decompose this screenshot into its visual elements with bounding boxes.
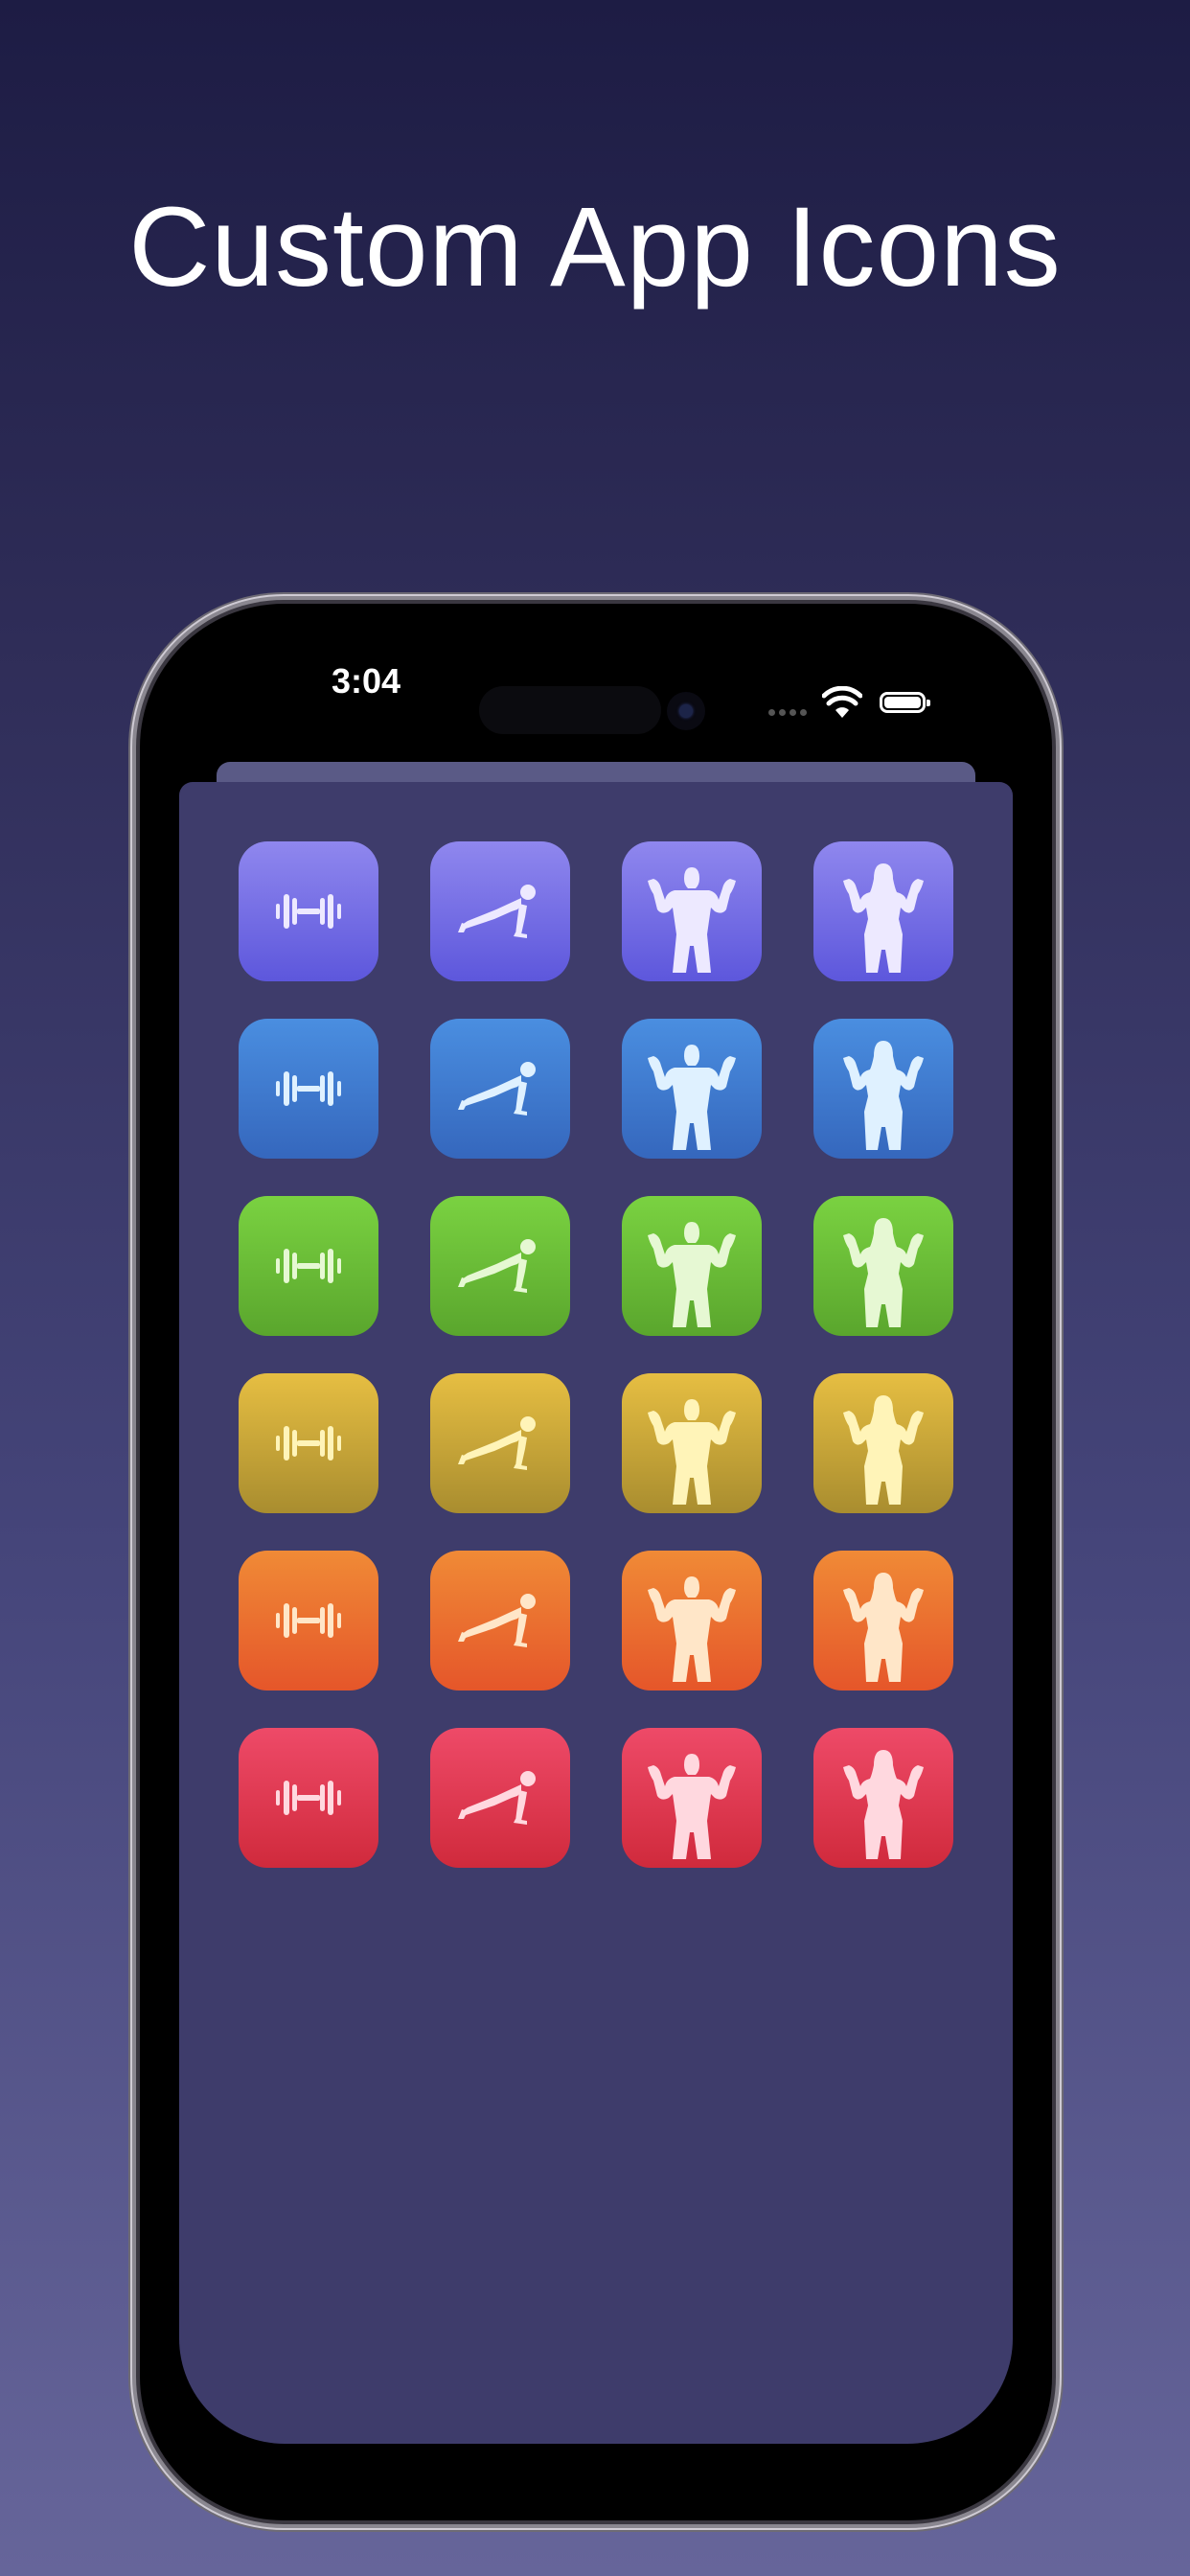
app-icon-purple-female-bodybuilder[interactable] xyxy=(813,841,953,981)
app-icon-green-dumbbell[interactable] xyxy=(239,1196,378,1336)
app-icon-red-dumbbell[interactable] xyxy=(239,1728,378,1868)
app-icon-purple-dumbbell[interactable] xyxy=(239,841,378,981)
app-icon-orange-dumbbell[interactable] xyxy=(239,1551,378,1690)
volume-down-button xyxy=(132,1284,140,1426)
app-icon-green-female-bodybuilder[interactable] xyxy=(813,1196,953,1336)
volume-up-button xyxy=(132,1102,140,1244)
female-bodybuilder-icon xyxy=(843,863,924,973)
app-icon-yellow-pushup[interactable] xyxy=(430,1373,570,1513)
app-icon-blue-female-bodybuilder[interactable] xyxy=(813,1019,953,1159)
dumbbell-icon xyxy=(276,1603,341,1638)
app-icon-yellow-male-bodybuilder[interactable] xyxy=(622,1373,762,1513)
page-headline: Custom App Icons xyxy=(128,184,1062,310)
pushup-icon xyxy=(458,1771,536,1825)
app-icon-green-pushup[interactable] xyxy=(430,1196,570,1336)
dumbbell-icon xyxy=(276,1249,341,1283)
app-icon-green-male-bodybuilder[interactable] xyxy=(622,1196,762,1336)
icon-picker-sheet xyxy=(179,782,1013,2444)
male-bodybuilder-icon xyxy=(648,1754,736,1859)
app-icon-red-male-bodybuilder[interactable] xyxy=(622,1728,762,1868)
app-icon-grid xyxy=(239,841,953,1868)
male-bodybuilder-icon xyxy=(648,1045,736,1150)
battery-icon xyxy=(880,692,930,713)
dumbbell-icon xyxy=(276,1071,341,1106)
app-icon-orange-male-bodybuilder[interactable] xyxy=(622,1551,762,1690)
app-icon-blue-dumbbell[interactable] xyxy=(239,1019,378,1159)
wifi-icon xyxy=(822,686,862,718)
male-bodybuilder-icon xyxy=(648,1222,736,1327)
dumbbell-icon xyxy=(276,1781,341,1815)
app-icon-blue-male-bodybuilder[interactable] xyxy=(622,1019,762,1159)
app-icon-yellow-female-bodybuilder[interactable] xyxy=(813,1373,953,1513)
dumbbell-icon xyxy=(276,894,341,929)
pushup-icon xyxy=(458,1416,536,1470)
dumbbell-icon xyxy=(276,1426,341,1460)
male-bodybuilder-icon xyxy=(648,1576,736,1682)
cellular-signal-icon xyxy=(768,709,807,716)
silent-switch xyxy=(132,968,140,1037)
female-bodybuilder-icon xyxy=(843,1218,924,1327)
female-bodybuilder-icon xyxy=(843,1041,924,1150)
app-icon-purple-pushup[interactable] xyxy=(430,841,570,981)
power-button xyxy=(1052,1203,1060,1380)
phone-frame: 3:04 xyxy=(140,604,1052,2520)
app-icon-orange-female-bodybuilder[interactable] xyxy=(813,1551,953,1690)
status-time: 3:04 xyxy=(331,661,401,701)
female-bodybuilder-icon xyxy=(843,1750,924,1859)
pushup-icon xyxy=(458,1239,536,1293)
app-icon-red-pushup[interactable] xyxy=(430,1728,570,1868)
camera-icon xyxy=(667,692,705,730)
pushup-icon xyxy=(458,885,536,938)
app-icon-red-female-bodybuilder[interactable] xyxy=(813,1728,953,1868)
app-icon-orange-pushup[interactable] xyxy=(430,1551,570,1690)
female-bodybuilder-icon xyxy=(843,1573,924,1682)
female-bodybuilder-icon xyxy=(843,1395,924,1505)
male-bodybuilder-icon xyxy=(648,867,736,973)
app-icon-yellow-dumbbell[interactable] xyxy=(239,1373,378,1513)
app-icon-purple-male-bodybuilder[interactable] xyxy=(622,841,762,981)
pushup-icon xyxy=(458,1594,536,1647)
pushup-icon xyxy=(458,1062,536,1116)
male-bodybuilder-icon xyxy=(648,1399,736,1505)
dynamic-island xyxy=(479,686,661,734)
app-icon-blue-pushup[interactable] xyxy=(430,1019,570,1159)
